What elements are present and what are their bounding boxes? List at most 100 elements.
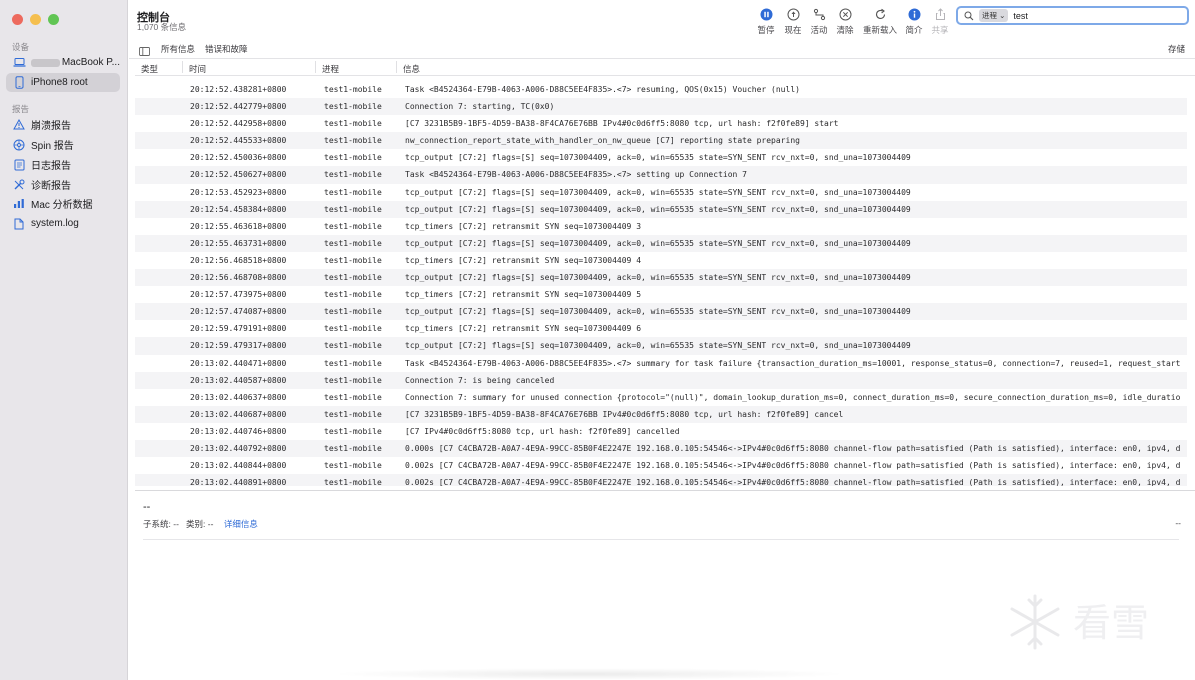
log-message: Connection 7: summary for unused connect…: [405, 392, 1181, 402]
sidebar-item-label: 崩溃报告: [31, 121, 71, 132]
devices-heading: 设备: [12, 42, 30, 52]
log-row[interactable]: 20:12:59.479191+0800 test1-mobile tcp_time…: [135, 320, 1187, 337]
log-message: tcp_output [C7:2] flags=[S] seq=10730044…: [405, 238, 911, 248]
log-process: test1-mobile: [324, 153, 382, 163]
column-divider[interactable]: [315, 61, 316, 73]
info-label: 简介: [905, 25, 923, 35]
log-time: 20:13:02.440844+0800: [190, 461, 287, 471]
category-label: 类别:: [186, 519, 206, 529]
log-row[interactable]: 20:12:52.450036+0800 test1-mobile tcp_outp…: [135, 149, 1187, 166]
log-process: test1-mobile: [324, 461, 382, 471]
column-type[interactable]: 类型: [141, 63, 158, 75]
log-row[interactable]: 20:13:02.440746+0800 test1-mobile [C7 IPv4…: [135, 423, 1187, 440]
column-divider[interactable]: [396, 61, 397, 73]
log-row[interactable]: 20:13:02.440687+0800 test1-mobile [C7 3231…: [135, 405, 1187, 423]
detail-meta: 子系统: -- 类别: -- 详细信息: [143, 518, 258, 530]
log-row[interactable]: 20:13:02.440891+0800 test1-mobile 0.002s […: [135, 474, 1187, 486]
log-process: test1-mobile: [324, 290, 382, 300]
save-button[interactable]: 存储: [1168, 43, 1185, 55]
log-row[interactable]: 20:12:52.442958+0800 test1-mobile [C7 3231…: [135, 115, 1187, 132]
search-field[interactable]: 进程 ⌄ test: [956, 6, 1189, 25]
column-message[interactable]: 信息: [403, 63, 420, 75]
close-window-button[interactable]: [12, 14, 23, 25]
sidebar-item-label: 日志报告: [31, 161, 71, 172]
share-icon: [935, 8, 945, 20]
share-label: 共享: [931, 25, 949, 35]
share-button[interactable]: 共享: [923, 8, 957, 36]
details-link[interactable]: 详细信息: [224, 519, 258, 529]
iphone-icon: [12, 76, 26, 90]
log-message: 0.002s [C7 C4CBA72B-A0A7-4E9A-99CC-85B0F…: [405, 478, 1181, 486]
window-controls: [12, 14, 59, 25]
sidebar-item-mac-analytics[interactable]: Mac 分析数据: [6, 194, 120, 213]
log-row[interactable]: 20:12:53.452923+0800 test1-mobile tcp_outp…: [135, 184, 1187, 201]
search-filter-token[interactable]: 进程 ⌄: [979, 9, 1009, 22]
now-label: 现在: [784, 25, 802, 35]
log-row[interactable]: 20:12:52.438281+0800 test1-mobile Task <B4…: [135, 81, 1187, 98]
log-row[interactable]: 20:12:52.442779+0800 test1-mobile Connecti…: [135, 98, 1187, 116]
log-row[interactable]: 20:12:59.479317+0800 test1-mobile tcp_outp…: [135, 337, 1187, 355]
log-row[interactable]: 20:13:02.440587+0800 test1-mobile Connecti…: [135, 371, 1187, 389]
sidebar-item-crash-reports[interactable]: 崩溃报告: [6, 115, 120, 134]
log-process: test1-mobile: [324, 102, 382, 112]
column-time[interactable]: 时间: [189, 63, 206, 75]
info-icon: [908, 8, 920, 21]
log-process: test1-mobile: [324, 375, 382, 385]
log-time: 20:13:02.440637+0800: [190, 392, 287, 402]
tools-icon: [12, 178, 26, 192]
log-message: tcp_timers [C7:2] retransmit SYN seq=107…: [405, 324, 642, 334]
log-time: 20:12:53.452923+0800: [190, 187, 287, 197]
log-row[interactable]: 20:12:54.458384+0800 test1-mobile tcp_outp…: [135, 200, 1187, 218]
log-process: test1-mobile: [324, 221, 382, 231]
activity-label: 活动: [810, 25, 828, 35]
sidebar-item-iphone[interactable]: iPhone8 root: [6, 73, 120, 92]
sidebar-item-system-log[interactable]: system.log: [6, 214, 120, 233]
log-row[interactable]: 20:12:56.468518+0800 test1-mobile tcp_time…: [135, 252, 1187, 269]
search-input[interactable]: test: [1013, 11, 1028, 21]
sidebar-item-label: system.log: [31, 218, 79, 229]
watermark-logo: 看雪: [1003, 590, 1173, 654]
log-message: tcp_timers [C7:2] retransmit SYN seq=107…: [405, 255, 642, 265]
log-row[interactable]: 20:13:02.440471+0800 test1-mobile Task <B4…: [135, 355, 1187, 372]
log-message: [C7 3231B5B9-1BF5-4D59-BA38-8F4CA76E76BB…: [405, 409, 844, 419]
sidebar-item-label: 诊断报告: [31, 181, 71, 192]
log-time: 20:13:02.440792+0800: [190, 443, 287, 453]
filter-all-messages[interactable]: 所有信息: [161, 43, 195, 55]
filter-bar: 所有信息 错误和故障 存储: [129, 40, 1195, 59]
log-row[interactable]: 20:12:52.445533+0800 test1-mobile nw_conne…: [135, 132, 1187, 150]
column-process[interactable]: 进程: [322, 63, 339, 75]
sidebar-item-macbook[interactable]: MacBook P...: [6, 53, 120, 72]
log-time: 20:13:02.440471+0800: [190, 358, 287, 368]
log-row[interactable]: 20:13:02.440844+0800 test1-mobile 0.002s […: [135, 457, 1187, 474]
log-row[interactable]: 20:12:55.463618+0800 test1-mobile tcp_time…: [135, 218, 1187, 235]
log-message: tcp_output [C7:2] flags=[S] seq=10730044…: [405, 341, 911, 351]
log-row[interactable]: 20:12:56.468708+0800 test1-mobile tcp_outp…: [135, 269, 1187, 287]
log-row[interactable]: 20:12:57.473975+0800 test1-mobile tcp_time…: [135, 286, 1187, 303]
column-divider[interactable]: [182, 61, 183, 73]
log-row[interactable]: 20:12:57.474087+0800 test1-mobile tcp_outp…: [135, 303, 1187, 321]
log-report-icon: [12, 158, 26, 172]
subsystem-label: 子系统:: [143, 519, 171, 529]
log-row[interactable]: 20:12:55.463731+0800 test1-mobile tcp_outp…: [135, 234, 1187, 252]
minimize-window-button[interactable]: [30, 14, 41, 25]
log-process: test1-mobile: [324, 307, 382, 317]
log-process: test1-mobile: [324, 341, 382, 351]
clock-arrow-icon: [787, 8, 799, 21]
column-header: 类型 时间 进程 信息: [135, 59, 1195, 76]
main-pane: 控制台 1,070 条信息 暂停 现在 活动 清除 重新载入 简介 共享 进程 …: [129, 0, 1195, 680]
log-row[interactable]: 20:12:52.450627+0800 test1-mobile Task <B4…: [135, 166, 1187, 184]
log-process: test1-mobile: [324, 119, 382, 129]
sidebar-item-log-reports[interactable]: 日志报告: [6, 155, 120, 174]
log-row[interactable]: 20:13:02.440792+0800 test1-mobile 0.000s […: [135, 439, 1187, 458]
zoom-window-button[interactable]: [48, 14, 59, 25]
log-message: tcp_timers [C7:2] retransmit SYN seq=107…: [405, 221, 642, 231]
log-message: 0.000s [C7 C4CBA72B-A0A7-4E9A-99CC-85B0F…: [405, 443, 1181, 453]
sidebar-item-spin-reports[interactable]: Spin 报告: [6, 135, 120, 154]
log-time: 20:12:56.468708+0800: [190, 273, 287, 283]
sidebar-item-diagnostic-reports[interactable]: 诊断报告: [6, 175, 120, 194]
log-time: 20:13:02.440687+0800: [190, 409, 287, 419]
log-table[interactable]: 20:12:52.438281+0800 test1-mobile Task <B4…: [135, 81, 1187, 486]
log-row[interactable]: 20:13:02.440637+0800 test1-mobile Connecti…: [135, 389, 1187, 406]
log-time: 20:12:54.458384+0800: [190, 204, 287, 214]
filter-errors-and-faults[interactable]: 错误和故障: [205, 43, 248, 55]
